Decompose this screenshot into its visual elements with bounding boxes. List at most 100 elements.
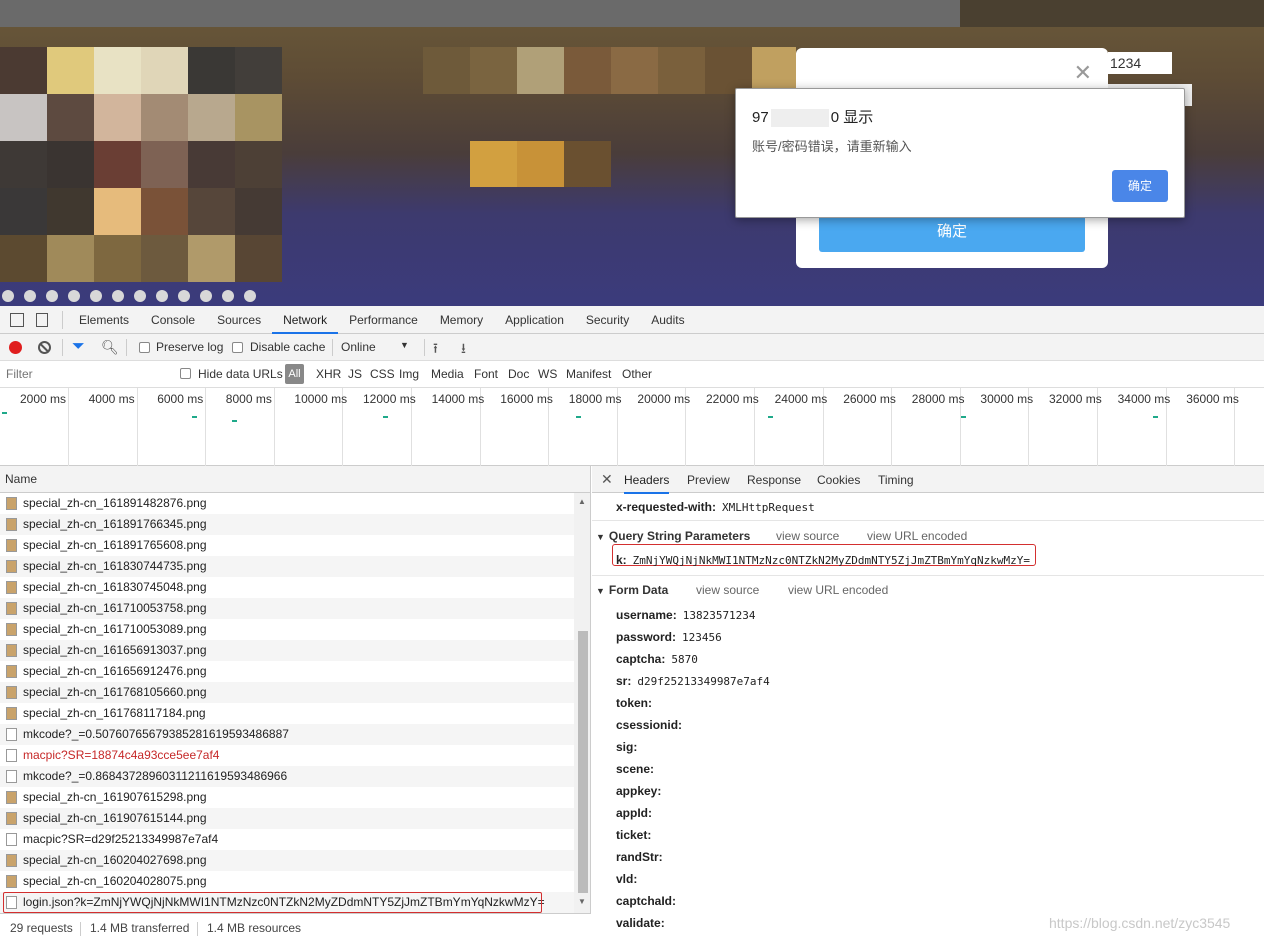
scroll-up-icon[interactable]: ▲ [578, 497, 586, 506]
form-field-row: ticket: [616, 828, 657, 842]
carousel-dot[interactable] [68, 290, 80, 302]
filter-input[interactable] [2, 365, 168, 383]
tab-elements[interactable]: Elements [68, 306, 140, 334]
request-row[interactable]: special_zh-cn_161710053089.png [0, 619, 574, 640]
export-har-icon[interactable]: ⭳ [461, 338, 466, 362]
form-view-url-encoded-link[interactable]: view URL encoded [788, 583, 888, 597]
search-icon[interactable]: 🔍︎ [101, 339, 119, 356]
request-row[interactable]: mkcode?_=0.50760765679385281619593486887 [0, 724, 574, 745]
filter-ws[interactable]: WS [538, 367, 557, 381]
filter-all[interactable]: All [285, 364, 304, 384]
carousel-dot[interactable] [244, 290, 256, 302]
request-row[interactable]: special_zh-cn_161656913037.png [0, 640, 574, 661]
form-data-section-header[interactable]: ▼ Form Data [596, 583, 668, 597]
filter-doc[interactable]: Doc [508, 367, 529, 381]
import-har-icon[interactable]: ⭱ [433, 338, 438, 362]
request-row[interactable]: mkcode?_=0.86843728960311211619593486966 [0, 766, 574, 787]
expand-triangle-icon[interactable]: ▼ [596, 586, 605, 596]
detail-tab-headers[interactable]: Headers [624, 473, 670, 494]
network-statusbar: 29 requests 1.4 MB transferred 1.4 MB re… [0, 913, 591, 942]
request-row[interactable]: special_zh-cn_161830745048.png [0, 577, 574, 598]
detail-tab-response[interactable]: Response [747, 473, 801, 487]
request-row[interactable]: special_zh-cn_161891765608.png [0, 535, 574, 556]
filter-xhr[interactable]: XHR [316, 367, 341, 381]
request-row[interactable]: special_zh-cn_161891766345.png [0, 514, 574, 535]
document-file-icon [6, 770, 17, 783]
detail-tab-timing[interactable]: Timing [878, 473, 914, 487]
chevron-down-icon[interactable]: ▼ [400, 340, 409, 350]
carousel-dot[interactable] [90, 290, 102, 302]
query-view-source-link[interactable]: view source [776, 529, 839, 543]
request-row[interactable]: login.json?k=ZmNjYWQjNjNkMWI1NTMzNzc0NTZ… [0, 892, 574, 913]
carousel-dot[interactable] [178, 290, 190, 302]
throttling-select[interactable]: Online [341, 340, 376, 354]
device-toggle-icon[interactable] [36, 313, 48, 327]
close-icon[interactable]: ✕ [1074, 60, 1092, 86]
request-row[interactable]: special_zh-cn_161768105660.png [0, 682, 574, 703]
request-row[interactable]: special_zh-cn_161891482876.png [0, 493, 574, 514]
inspect-element-icon[interactable] [10, 313, 24, 327]
filter-icon[interactable]: ⏷ [72, 339, 85, 355]
tab-performance[interactable]: Performance [338, 306, 429, 334]
filter-media[interactable]: Media [431, 367, 464, 381]
clear-icon[interactable] [38, 341, 51, 354]
request-row[interactable]: special_zh-cn_160204027698.png [0, 850, 574, 871]
hide-data-urls-checkbox[interactable] [180, 368, 191, 379]
detail-tab-preview[interactable]: Preview [687, 473, 730, 487]
tab-security[interactable]: Security [575, 306, 640, 334]
carousel-dot[interactable] [200, 290, 212, 302]
request-row[interactable]: macpic?SR=d29f25213349987e7af4 [0, 829, 574, 850]
tab-audits[interactable]: Audits [640, 306, 695, 334]
username-field[interactable]: 1234 [1108, 52, 1172, 74]
query-view-url-encoded-link[interactable]: view URL encoded [867, 529, 967, 543]
filter-other[interactable]: Other [622, 367, 652, 381]
divider [332, 339, 333, 356]
tab-sources[interactable]: Sources [206, 306, 272, 334]
alert-ok-button[interactable]: 确定 [1112, 170, 1168, 202]
carousel-dot[interactable] [2, 290, 14, 302]
login-confirm-button[interactable]: 确定 [819, 212, 1085, 252]
detail-tab-cookies[interactable]: Cookies [817, 473, 860, 487]
carousel-dot[interactable] [46, 290, 58, 302]
scrollbar-thumb[interactable] [578, 631, 588, 893]
carousel-dot[interactable] [156, 290, 168, 302]
request-row[interactable]: macpic?SR=18874c4a93cce5ee7af4 [0, 745, 574, 766]
carousel-dot[interactable] [222, 290, 234, 302]
tab-memory[interactable]: Memory [429, 306, 494, 334]
timeline-tick-label: 32000 ms [1049, 392, 1102, 406]
image-file-icon [6, 707, 17, 720]
request-row[interactable]: special_zh-cn_161656912476.png [0, 661, 574, 682]
carousel-dot[interactable] [134, 290, 146, 302]
filter-manifest[interactable]: Manifest [566, 367, 611, 381]
tab-application[interactable]: Application [494, 306, 575, 334]
form-field-value: 123456 [682, 631, 722, 644]
filter-img[interactable]: Img [399, 367, 419, 381]
tab-console[interactable]: Console [140, 306, 206, 334]
query-string-section-header[interactable]: ▼ Query String Parameters [596, 529, 750, 543]
scroll-down-icon[interactable]: ▼ [578, 897, 586, 906]
request-row[interactable]: special_zh-cn_161830744735.png [0, 556, 574, 577]
divider [80, 922, 81, 936]
form-field-key: vld: [616, 872, 638, 886]
tab-network[interactable]: Network [272, 306, 339, 334]
preserve-log-label: Preserve log [156, 340, 224, 354]
request-row[interactable]: special_zh-cn_161768117184.png [0, 703, 574, 724]
close-icon[interactable]: ✕ [601, 471, 613, 488]
name-column-header[interactable]: Name [0, 466, 590, 493]
request-row[interactable]: special_zh-cn_161710053758.png [0, 598, 574, 619]
expand-triangle-icon[interactable]: ▼ [596, 532, 605, 542]
network-timeline[interactable]: 2000 ms 4000 ms 6000 ms 8000 ms 10000 ms 1200… [0, 388, 1264, 466]
filter-css[interactable]: CSS [370, 367, 395, 381]
carousel-dot[interactable] [112, 290, 124, 302]
scrollbar[interactable]: ▲ ▼ [574, 493, 590, 913]
disable-cache-checkbox[interactable] [232, 342, 243, 353]
carousel-dot[interactable] [24, 290, 36, 302]
request-row[interactable]: special_zh-cn_160204028075.png [0, 871, 574, 892]
preserve-log-checkbox[interactable] [139, 342, 150, 353]
filter-font[interactable]: Font [474, 367, 498, 381]
filter-js[interactable]: JS [348, 367, 362, 381]
form-view-source-link[interactable]: view source [696, 583, 759, 597]
request-row[interactable]: special_zh-cn_161907615298.png [0, 787, 574, 808]
record-icon[interactable] [9, 341, 22, 354]
request-row[interactable]: special_zh-cn_161907615144.png [0, 808, 574, 829]
